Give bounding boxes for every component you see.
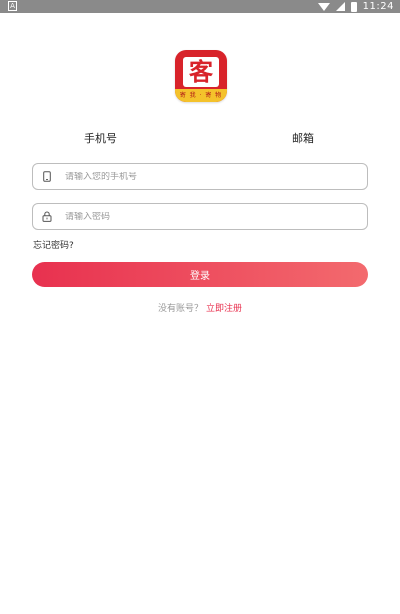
signal-icon [335, 2, 345, 11]
tab-phone[interactable]: 手机号 [84, 130, 117, 146]
password-input[interactable] [61, 211, 367, 222]
register-row: 没有账号？ 立即注册 [0, 301, 400, 314]
phone-field[interactable] [32, 163, 368, 190]
battery-icon [350, 1, 357, 12]
status-time: 11:24 [362, 1, 394, 12]
app-logo: 客 寄 我 · 寄 物 [175, 50, 227, 102]
wifi-icon [317, 2, 330, 11]
register-question: 没有账号？ [157, 304, 203, 314]
login-method-tabs: 手机号 邮箱 [0, 130, 400, 150]
status-bar: A 11:24 [0, 0, 400, 13]
login-button[interactable]: 登录 [32, 262, 368, 287]
lock-icon [33, 211, 61, 222]
notification-icon: A [8, 1, 17, 11]
register-link[interactable]: 立即注册 [206, 304, 242, 314]
tab-email[interactable]: 邮箱 [292, 130, 314, 146]
status-right: 11:24 [317, 0, 394, 13]
logo-character: 客 [183, 57, 219, 87]
forgot-password-link[interactable]: 忘记密码? [33, 238, 74, 251]
phone-icon [33, 171, 61, 182]
logo-tagline: 寄 我 · 寄 物 [175, 89, 227, 102]
password-field[interactable] [32, 203, 368, 230]
phone-input[interactable] [61, 171, 367, 182]
